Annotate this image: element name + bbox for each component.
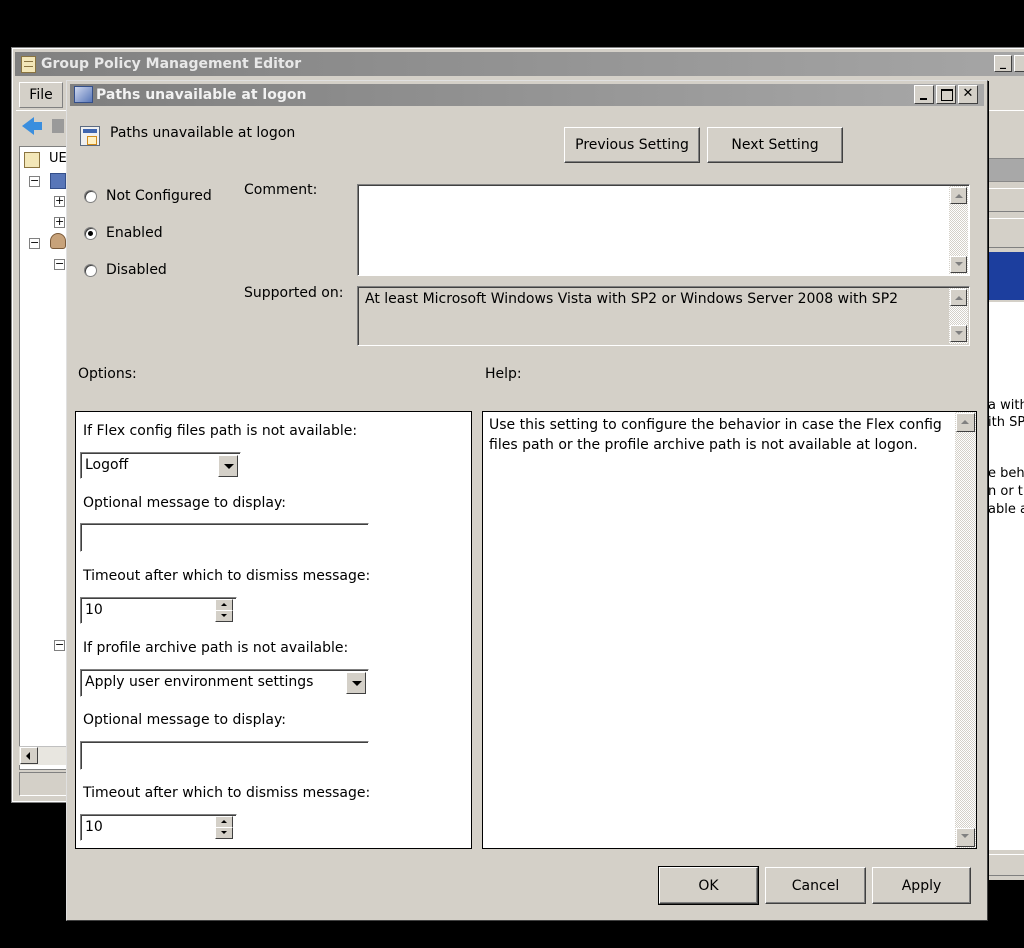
archive-action-select[interactable]: Apply user environment settings — [80, 669, 369, 697]
right-pane-text: a with — [988, 398, 1024, 413]
flex-path-label: If Flex config files path is not availab… — [83, 423, 358, 439]
scroll-down-button[interactable] — [956, 828, 975, 847]
menu-file[interactable]: File — [19, 82, 63, 108]
flex-action-select[interactable]: Logoff — [80, 452, 241, 479]
cancel-button[interactable]: Cancel — [765, 867, 866, 904]
right-pane-column[interactable] — [988, 188, 1024, 212]
flex-action-value: Logoff — [85, 457, 129, 473]
next-setting-button[interactable]: Next Setting — [707, 127, 843, 163]
right-pane-column[interactable] — [988, 218, 1024, 248]
forward-arrow-icon[interactable] — [52, 119, 64, 133]
computer-config-icon — [50, 173, 66, 189]
dialog-minimize-button[interactable] — [914, 85, 934, 104]
radio-label: Not Configured — [106, 188, 212, 204]
right-pane-text: e beha — [988, 466, 1024, 481]
user-config-icon — [50, 233, 66, 249]
setting-icon — [80, 126, 100, 146]
collapse-icon[interactable]: − — [29, 175, 40, 187]
ok-button[interactable]: OK — [658, 866, 759, 905]
previous-setting-button[interactable]: Previous Setting — [564, 127, 700, 163]
collapse-icon[interactable]: − — [54, 258, 65, 270]
dialog-close-button[interactable]: ✕ — [958, 85, 978, 104]
collapse-icon[interactable]: − — [29, 237, 40, 249]
right-pane-text: able a — [988, 502, 1024, 517]
help-heading: Help: — [485, 366, 522, 382]
spin-down-button[interactable] — [215, 827, 233, 839]
gpme-title: Group Policy Management Editor — [15, 52, 1024, 76]
right-pane-footer — [988, 854, 1024, 876]
comment-textarea[interactable] — [357, 184, 970, 276]
chevron-down-icon[interactable] — [346, 672, 366, 694]
radio-button[interactable] — [84, 263, 97, 277]
setting-name: Paths unavailable at logon — [110, 125, 296, 141]
right-pane-text: ith SP — [988, 415, 1024, 430]
policy-setting-icon — [74, 86, 93, 103]
right-pane-header — [988, 158, 1024, 182]
message1-input[interactable] — [80, 523, 369, 552]
tree-root-label[interactable]: UE — [49, 151, 67, 166]
scroll-down-button[interactable] — [950, 325, 967, 342]
timeout2-spinner[interactable]: 10 — [80, 814, 237, 841]
status-bar — [19, 772, 67, 796]
scroll-left-button[interactable] — [20, 747, 38, 764]
scroll-up-button[interactable] — [950, 187, 967, 204]
gpo-editor-icon — [21, 56, 36, 73]
timeout2-label: Timeout after which to dismiss message: — [83, 785, 371, 801]
scroll-up-button[interactable] — [950, 289, 967, 306]
comment-label: Comment: — [244, 182, 318, 198]
timeout1-value: 10 — [85, 602, 103, 618]
message2-input[interactable] — [80, 741, 369, 770]
help-line: files path or the profile archive path i… — [489, 437, 918, 453]
timeout1-spinner[interactable]: 10 — [80, 597, 237, 624]
archive-action-value: Apply user environment settings — [85, 674, 314, 690]
chevron-down-icon[interactable] — [218, 455, 238, 477]
back-arrow-icon[interactable] — [22, 117, 42, 135]
gpo-icon — [24, 152, 40, 168]
dialog-maximize-button[interactable] — [936, 85, 956, 104]
radio-button[interactable] — [84, 189, 97, 203]
expand-icon[interactable]: + — [54, 195, 65, 207]
scroll-up-button[interactable] — [956, 413, 975, 432]
radio-not-configured[interactable]: Not Configured — [84, 188, 212, 204]
message1-label: Optional message to display: — [83, 495, 286, 511]
selected-row[interactable] — [988, 252, 1024, 300]
radio-enabled[interactable]: Enabled — [84, 225, 163, 241]
expand-icon[interactable]: + — [54, 216, 65, 228]
radio-label: Disabled — [106, 262, 167, 278]
message2-label: Optional message to display: — [83, 712, 286, 728]
radio-label: Enabled — [106, 225, 163, 241]
archive-path-label: If profile archive path is not available… — [83, 640, 349, 656]
timeout2-value: 10 — [85, 819, 103, 835]
help-panel — [482, 411, 977, 849]
help-scrollbar[interactable] — [955, 412, 976, 848]
options-heading: Options: — [78, 366, 137, 382]
gpme-minimize-button[interactable]: _ — [994, 55, 1012, 72]
help-line: Use this setting to configure the behavi… — [489, 417, 942, 433]
right-pane-body — [988, 302, 1024, 850]
gpme-maximize-button[interactable] — [1014, 55, 1024, 72]
supported-on-label: Supported on: — [244, 285, 344, 301]
timeout1-label: Timeout after which to dismiss message: — [83, 568, 371, 584]
apply-button[interactable]: Apply — [872, 867, 971, 904]
scroll-down-button[interactable] — [950, 256, 967, 273]
collapse-icon[interactable]: − — [54, 639, 65, 651]
radio-disabled[interactable]: Disabled — [84, 262, 167, 278]
supported-on-value: At least Microsoft Windows Vista with SP… — [365, 291, 899, 307]
spin-down-button[interactable] — [215, 610, 233, 622]
right-pane-text: n or th — [988, 484, 1024, 499]
dialog-title: Paths unavailable at logon — [70, 84, 984, 106]
radio-button[interactable] — [84, 226, 97, 240]
